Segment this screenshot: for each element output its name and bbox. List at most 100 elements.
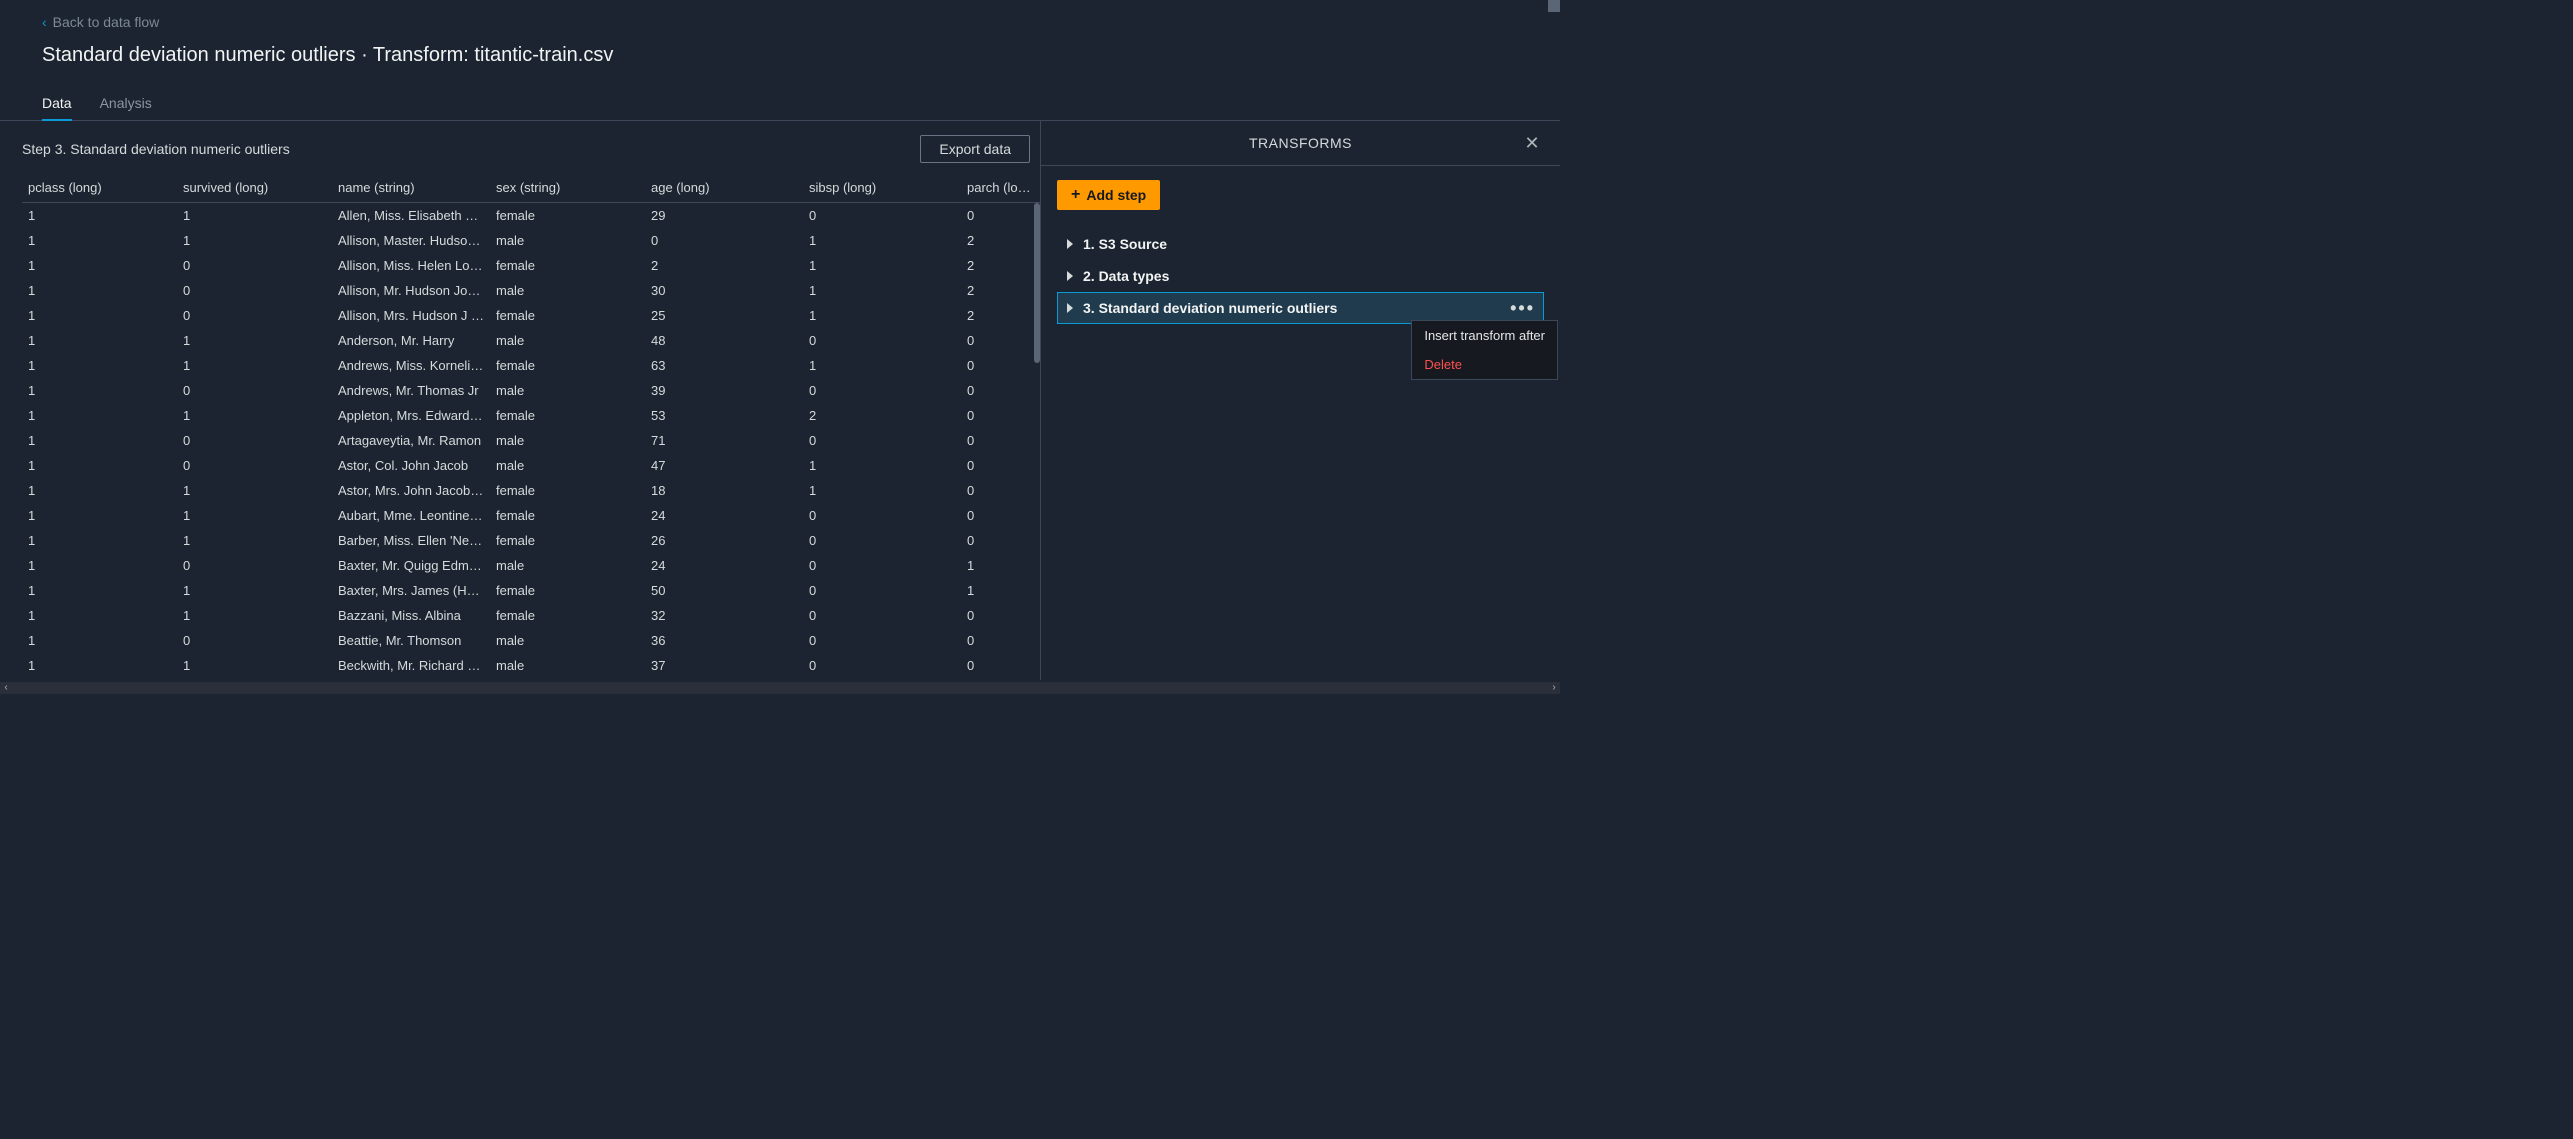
data-table: pclass (long)survived (long)name (string… [22,173,1040,678]
column-header[interactable]: parch (long) [961,173,1040,203]
column-header[interactable]: survived (long) [177,173,332,203]
column-header[interactable]: name (string) [332,173,490,203]
data-table-wrap: pclass (long)survived (long)name (string… [22,173,1040,680]
table-scrollbar[interactable] [1034,203,1040,363]
table-cell: 1 [22,503,177,528]
export-data-button[interactable]: Export data [920,135,1030,163]
table-cell: Barber, Miss. Ellen 'Nellie' [332,528,490,553]
table-cell: 0 [961,203,1040,228]
table-row[interactable]: 11Beckwith, Mr. Richard L…male3700 [22,653,1040,678]
table-cell: 0 [803,553,961,578]
scroll-right-icon[interactable]: › [1548,682,1560,694]
table-cell: male [490,378,645,403]
transform-step-s3-source[interactable]: 1. S3 Source [1057,228,1544,260]
caret-right-icon [1067,239,1073,249]
table-cell: 48 [645,328,803,353]
table-cell: 53 [645,403,803,428]
tab-analysis[interactable]: Analysis [100,87,152,121]
table-row[interactable]: 10Baxter, Mr. Quigg Edmo…male2401 [22,553,1040,578]
table-cell: 1 [177,228,332,253]
table-row[interactable]: 10Astor, Col. John Jacobmale4710 [22,453,1040,478]
table-row[interactable]: 10Artagaveytia, Mr. Ramonmale7100 [22,428,1040,453]
transforms-title: TRANSFORMS [1249,135,1352,151]
main-panel: Step 3. Standard deviation numeric outli… [0,121,1040,680]
table-cell: 0 [803,578,961,603]
table-cell: Artagaveytia, Mr. Ramon [332,428,490,453]
tab-data[interactable]: Data [42,87,72,121]
table-cell: Andrews, Miss. Kornelia… [332,353,490,378]
table-cell: 24 [645,553,803,578]
table-cell: 2 [961,228,1040,253]
caret-right-icon [1067,271,1073,281]
table-cell: 1 [961,578,1040,603]
column-header[interactable]: pclass (long) [22,173,177,203]
table-cell: 0 [177,428,332,453]
table-cell: Astor, Mrs. John Jacob (… [332,478,490,503]
table-cell: 1 [22,478,177,503]
table-cell: Baxter, Mr. Quigg Edmo… [332,553,490,578]
column-header[interactable]: sibsp (long) [803,173,961,203]
table-row[interactable]: 10Allison, Mr. Hudson Jos…male3012 [22,278,1040,303]
table-cell: female [490,253,645,278]
table-cell: 1 [177,503,332,528]
table-cell: Allison, Mr. Hudson Jos… [332,278,490,303]
table-cell: 1 [803,253,961,278]
table-cell: 1 [22,453,177,478]
column-header[interactable]: age (long) [645,173,803,203]
table-cell: female [490,478,645,503]
table-row[interactable]: 11Astor, Mrs. John Jacob (…female1810 [22,478,1040,503]
table-row[interactable]: 11Anderson, Mr. Harrymale4800 [22,328,1040,353]
table-cell: female [490,203,645,228]
scrollbar-up-arrow[interactable] [1548,0,1560,12]
table-row[interactable]: 11Allison, Master. Hudson…male012 [22,228,1040,253]
table-cell: 1 [22,303,177,328]
table-row[interactable]: 11Allen, Miss. Elisabeth W…female2900 [22,203,1040,228]
table-row[interactable]: 10Beattie, Mr. Thomsonmale3600 [22,628,1040,653]
more-icon[interactable]: ••• [1510,298,1535,319]
transform-step-data-types[interactable]: 2. Data types [1057,260,1544,292]
column-header[interactable]: sex (string) [490,173,645,203]
table-cell: female [490,528,645,553]
table-cell: 1 [22,278,177,303]
table-cell: 0 [961,428,1040,453]
table-row[interactable]: 11Aubart, Mme. Leontine …female2400 [22,503,1040,528]
table-cell: 0 [961,503,1040,528]
table-cell: 1 [803,453,961,478]
table-cell: 0 [961,528,1040,553]
menu-insert-transform-after[interactable]: Insert transform after [1412,321,1557,350]
step-label: 3. Standard deviation numeric outliers [1083,300,1337,316]
back-link[interactable]: ‹ Back to data flow [42,14,159,30]
table-row[interactable]: 11Bazzani, Miss. Albinafemale3200 [22,603,1040,628]
table-row[interactable]: 10Allison, Mrs. Hudson J C…female2512 [22,303,1040,328]
table-row[interactable]: 11Appleton, Mrs. Edward …female5320 [22,403,1040,428]
table-cell: 0 [803,203,961,228]
horizontal-scrollbar[interactable]: ‹ › [0,682,1560,694]
close-icon[interactable]: ✕ [1522,133,1542,154]
context-menu: Insert transform after Delete [1411,320,1558,380]
table-cell: 0 [803,503,961,528]
table-cell: 0 [961,403,1040,428]
scroll-left-icon[interactable]: ‹ [0,682,12,694]
table-cell: 2 [803,403,961,428]
table-cell: 1 [22,353,177,378]
table-row[interactable]: 11Baxter, Mrs. James (Hel…female5001 [22,578,1040,603]
table-cell: male [490,453,645,478]
table-cell: 1 [22,553,177,578]
table-cell: 26 [645,528,803,553]
table-cell: male [490,228,645,253]
table-row[interactable]: 10Andrews, Mr. Thomas Jrmale3900 [22,378,1040,403]
table-cell: 1 [22,603,177,628]
table-cell: Allison, Master. Hudson… [332,228,490,253]
table-row[interactable]: 11Barber, Miss. Ellen 'Nellie'female2600 [22,528,1040,553]
table-cell: 1 [803,278,961,303]
table-row[interactable]: 11Andrews, Miss. Kornelia…female6310 [22,353,1040,378]
menu-delete[interactable]: Delete [1412,350,1557,379]
table-cell: 1 [22,428,177,453]
table-cell: 2 [645,253,803,278]
table-cell: 0 [961,653,1040,678]
table-cell: 0 [961,453,1040,478]
table-row[interactable]: 10Allison, Miss. Helen Lor…female212 [22,253,1040,278]
table-cell: male [490,328,645,353]
add-step-button[interactable]: + Add step [1057,180,1160,210]
back-link-label: Back to data flow [53,14,160,30]
